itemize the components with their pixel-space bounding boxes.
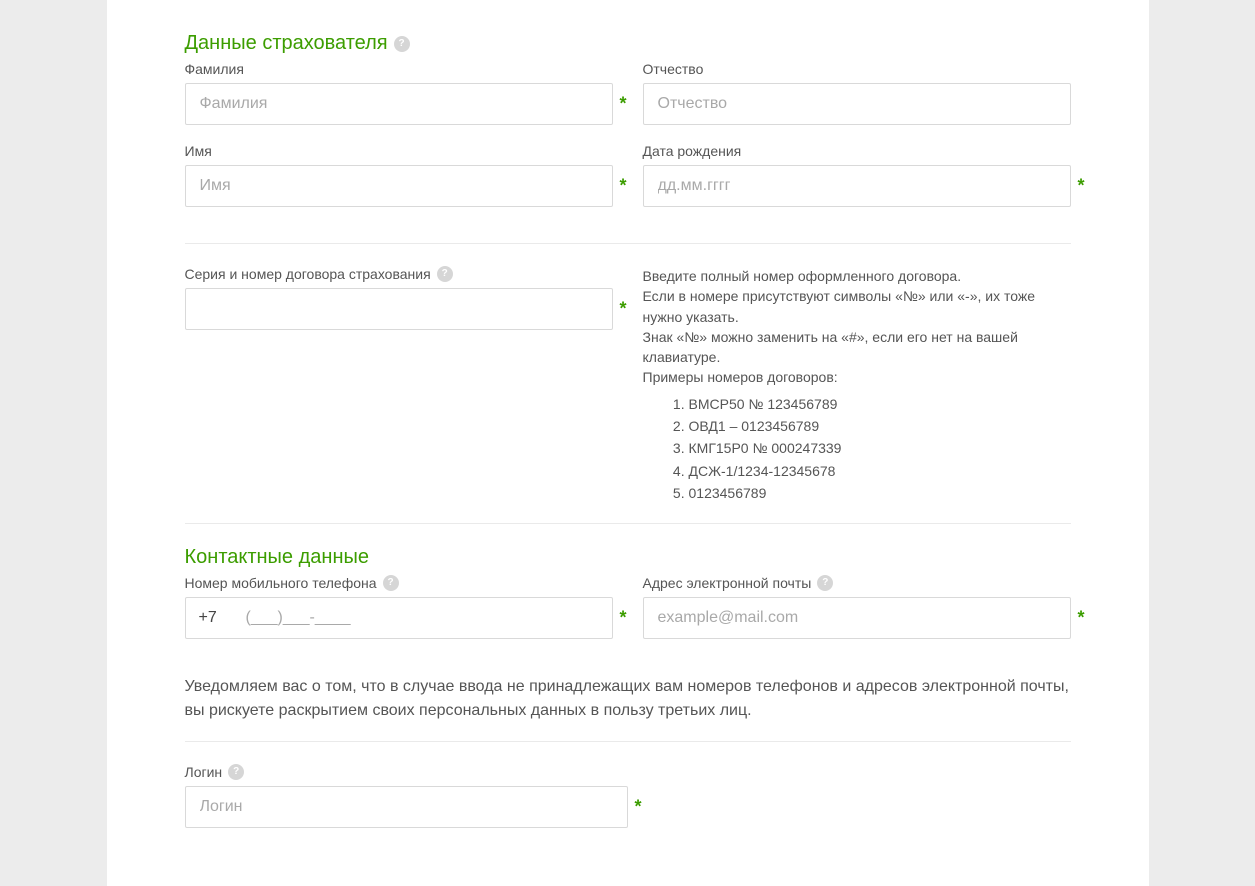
- contract-row: Серия и номер договора страхования ? * В…: [185, 266, 1071, 505]
- required-star: *: [1077, 176, 1084, 197]
- contract-help-line: Если в номере присутствуют символы «№» и…: [643, 286, 1071, 327]
- last-name-input[interactable]: [185, 83, 613, 125]
- section-insurer-title-row: Данные страхователя ?: [185, 32, 1071, 55]
- contract-examples-title: Примеры номеров договоров:: [643, 367, 1071, 387]
- form-card: Данные страхователя ? Фамилия * Отчество: [107, 0, 1149, 886]
- help-icon[interactable]: ?: [228, 764, 244, 780]
- help-icon[interactable]: ?: [383, 575, 399, 591]
- name-row-1: Фамилия * Отчество: [185, 61, 1071, 143]
- required-star: *: [619, 94, 626, 115]
- phone-label-row: Номер мобильного телефона ?: [185, 575, 613, 591]
- contract-instructions: Введите полный номер оформленного догово…: [643, 266, 1071, 503]
- phone-input[interactable]: [185, 597, 613, 639]
- required-star: *: [619, 299, 626, 320]
- section-contact-title-row: Контактные данные: [185, 546, 1071, 569]
- birth-date-input[interactable]: [643, 165, 1071, 207]
- help-icon[interactable]: ?: [437, 266, 453, 282]
- contract-example: 0123456789: [689, 483, 1071, 503]
- contract-label: Серия и номер договора страхования: [185, 266, 431, 282]
- contract-help-line: Введите полный номер оформленного догово…: [643, 266, 1071, 286]
- login-row: Логин ? *: [185, 764, 1071, 846]
- email-label-row: Адрес электронной почты ?: [643, 575, 1071, 591]
- contract-example: ОВД1 – 0123456789: [689, 416, 1071, 436]
- help-icon[interactable]: ?: [817, 575, 833, 591]
- help-icon[interactable]: ?: [394, 36, 410, 52]
- contract-example: КМГ15Р0 № 000247339: [689, 438, 1071, 458]
- divider: [185, 243, 1071, 244]
- contract-label-row: Серия и номер договора страхования ?: [185, 266, 613, 282]
- section-insurer-title: Данные страхователя: [185, 32, 388, 55]
- patronymic-label: Отчество: [643, 61, 1071, 77]
- email-input[interactable]: [643, 597, 1071, 639]
- name-row-2: Имя * Дата рождения *: [185, 143, 1071, 225]
- phone-label: Номер мобильного телефона: [185, 575, 377, 591]
- required-star: *: [619, 608, 626, 629]
- email-label: Адрес электронной почты: [643, 575, 812, 591]
- contract-examples-list: ВМСР50 № 123456789 ОВД1 – 0123456789 КМГ…: [689, 394, 1071, 503]
- section-contact-title: Контактные данные: [185, 546, 370, 569]
- divider: [185, 523, 1071, 524]
- divider: [185, 741, 1071, 742]
- contract-input[interactable]: [185, 288, 613, 330]
- contract-example: ДСЖ-1/1234-12345678: [689, 461, 1071, 481]
- privacy-warning: Уведомляем вас о том, что в случае ввода…: [185, 675, 1071, 723]
- first-name-input[interactable]: [185, 165, 613, 207]
- patronymic-input[interactable]: [643, 83, 1071, 125]
- contract-example: ВМСР50 № 123456789: [689, 394, 1071, 414]
- login-label-row: Логин ?: [185, 764, 628, 780]
- required-star: *: [1077, 608, 1084, 629]
- login-label: Логин: [185, 764, 223, 780]
- contact-row: Номер мобильного телефона ? +7 * Адрес э…: [185, 575, 1071, 657]
- required-star: *: [619, 176, 626, 197]
- birth-date-label: Дата рождения: [643, 143, 1071, 159]
- first-name-label: Имя: [185, 143, 613, 159]
- last-name-label: Фамилия: [185, 61, 613, 77]
- contract-help-line: Знак «№» можно заменить на «#», если его…: [643, 327, 1071, 368]
- required-star: *: [634, 797, 641, 818]
- login-input[interactable]: [185, 786, 628, 828]
